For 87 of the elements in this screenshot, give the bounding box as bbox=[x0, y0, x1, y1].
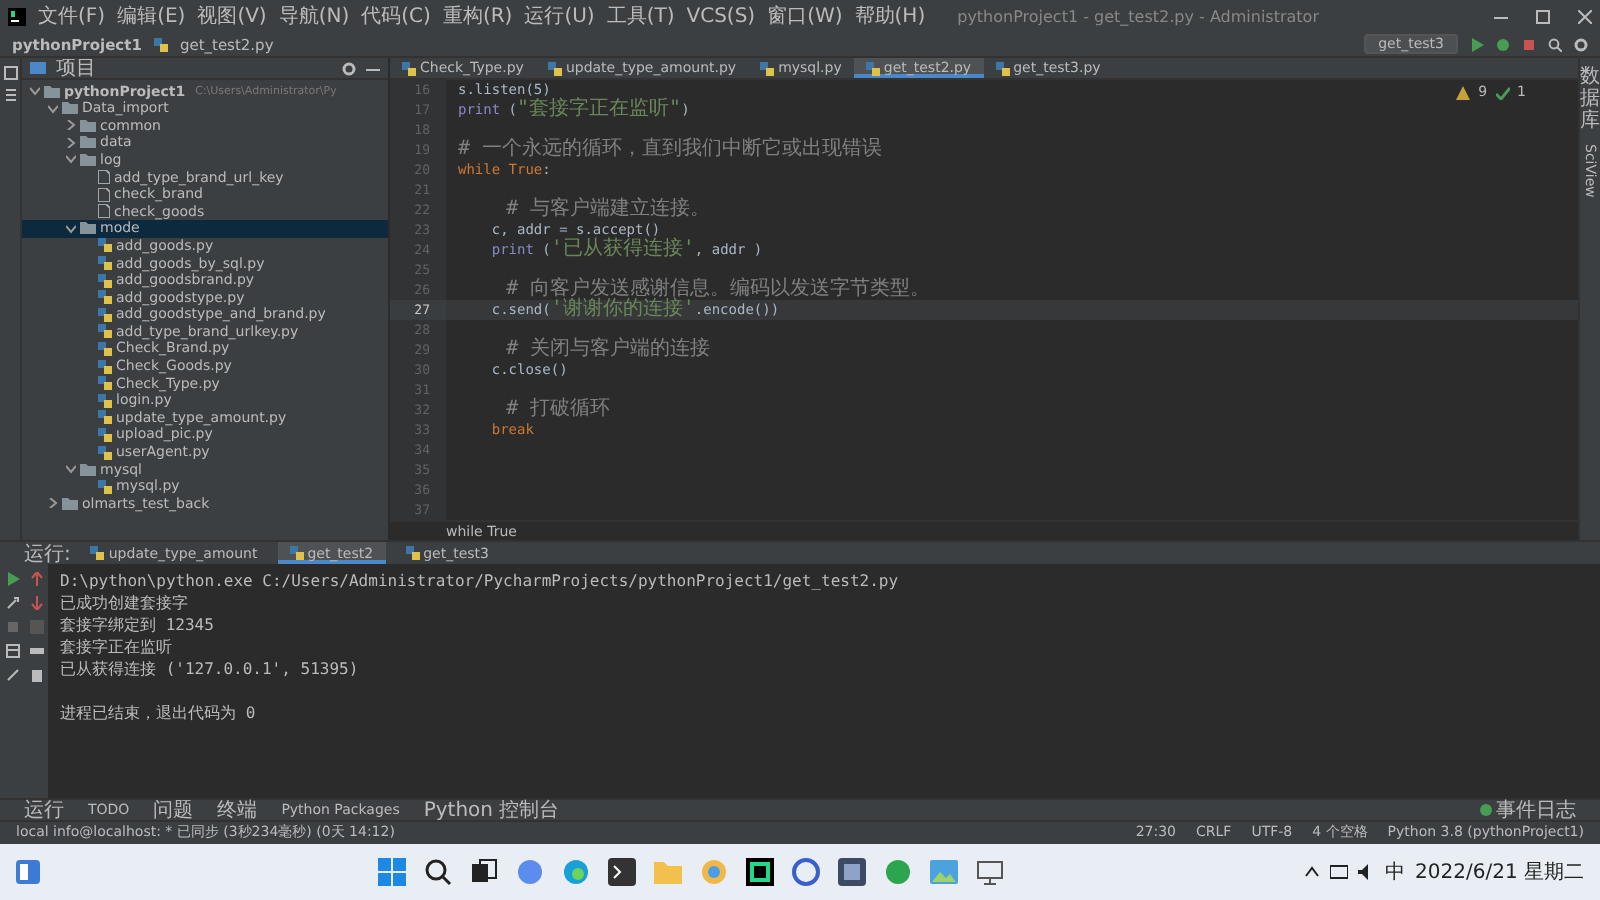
console-line: 进程已结束，退出代码为 0 bbox=[60, 702, 258, 725]
debug-icon[interactable] bbox=[1496, 37, 1510, 52]
run-icon[interactable] bbox=[5, 572, 19, 587]
menu-item[interactable]: 编辑(E) bbox=[117, 2, 186, 31]
menu-item[interactable]: VCS(S) bbox=[686, 5, 756, 28]
close-icon[interactable] bbox=[1578, 9, 1592, 24]
trash-icon[interactable] bbox=[29, 668, 43, 683]
run-label: 运行: bbox=[24, 541, 71, 568]
python-file-icon bbox=[289, 546, 304, 561]
check-icon bbox=[1495, 85, 1510, 100]
chevron-icon[interactable] bbox=[66, 464, 76, 475]
structure-icon[interactable] bbox=[3, 88, 17, 103]
code-line: # 关闭与客户端的连接 bbox=[504, 340, 711, 361]
code-line: # 一个永远的循环，直到我们中断它或出现错误 bbox=[456, 140, 883, 161]
window-title: pythonProject1 - get_test2.py - Administrator bbox=[957, 7, 1319, 26]
app-logo-icon bbox=[8, 7, 26, 26]
python-file-icon bbox=[760, 61, 775, 76]
monitor-icon[interactable] bbox=[976, 857, 1005, 886]
python-file-icon bbox=[547, 61, 562, 76]
settings-icon[interactable] bbox=[342, 61, 356, 76]
tool-window-tab[interactable]: 终端 bbox=[217, 796, 258, 824]
console-line: D:\python\python.exe C:/Users/Administrator/PycharmProjects/pythonProject1/get_test2.py bbox=[60, 570, 899, 593]
down-arrow-icon[interactable] bbox=[29, 596, 43, 611]
warning-icon bbox=[1456, 85, 1471, 100]
tool-window-tab[interactable]: 运行 bbox=[24, 796, 64, 824]
code-line: # 打破循环 bbox=[504, 400, 611, 421]
folder-icon bbox=[62, 497, 78, 510]
up-arrow-icon[interactable] bbox=[29, 572, 43, 587]
side-tab[interactable]: 数据库 bbox=[1580, 66, 1600, 133]
terminal-icon[interactable] bbox=[608, 857, 637, 886]
code-line: # 向客户发送感谢信息。编码以发送字节类型。 bbox=[504, 280, 931, 301]
menu-item[interactable]: 文件(F) bbox=[38, 2, 106, 31]
python-file-icon bbox=[995, 61, 1010, 76]
event-log-icon bbox=[1480, 804, 1492, 816]
settings-icon[interactable] bbox=[1574, 37, 1588, 52]
input-method-indicator[interactable]: 中 bbox=[1385, 857, 1406, 886]
folder-icon bbox=[80, 222, 96, 235]
chevron-icon[interactable] bbox=[66, 120, 76, 131]
widgets-icon[interactable] bbox=[16, 859, 40, 884]
menu-item[interactable]: 运行(U) bbox=[524, 2, 595, 31]
layout-icon[interactable] bbox=[5, 644, 19, 659]
console-line: 已从获得连接 ('127.0.0.1', 51395) bbox=[60, 658, 361, 681]
maximize-icon[interactable] bbox=[1536, 9, 1550, 24]
code-line: # 与客户端建立连接。 bbox=[504, 200, 711, 221]
task-view-icon[interactable] bbox=[470, 857, 499, 886]
chevron-icon[interactable] bbox=[66, 154, 76, 165]
console-line: 套接字正在监听 bbox=[60, 636, 174, 659]
chevron-icon[interactable] bbox=[48, 498, 58, 509]
browser-icon[interactable] bbox=[562, 857, 591, 886]
run-icon[interactable] bbox=[1470, 37, 1484, 52]
menu-item[interactable]: 视图(V) bbox=[197, 2, 267, 31]
event-log-button[interactable]: 事件日志 bbox=[1496, 796, 1576, 824]
chevron-up-icon[interactable] bbox=[1303, 865, 1320, 878]
console-line: 已成功创建套接字 bbox=[60, 592, 190, 615]
tool-window-tab[interactable]: Python 控制台 bbox=[423, 796, 560, 824]
python-file-icon bbox=[402, 61, 416, 76]
app-icon[interactable] bbox=[838, 857, 867, 886]
python-file-icon bbox=[98, 479, 112, 494]
folder-icon bbox=[80, 463, 96, 476]
menu-item[interactable]: 代码(C) bbox=[361, 2, 431, 31]
print-icon[interactable] bbox=[29, 644, 43, 659]
python-file-icon bbox=[90, 546, 105, 561]
menu-item[interactable]: 帮助(H) bbox=[854, 2, 926, 31]
project-icon[interactable] bbox=[3, 66, 17, 81]
console-line: 套接字绑定到 12345 bbox=[60, 614, 216, 637]
python-file-icon bbox=[153, 37, 168, 52]
app-icon[interactable] bbox=[792, 857, 821, 886]
start-icon[interactable] bbox=[378, 857, 407, 886]
menu-item[interactable]: 窗口(W) bbox=[767, 2, 843, 31]
tool-window-tab[interactable]: 问题 bbox=[153, 796, 194, 824]
ide-icon[interactable] bbox=[746, 857, 775, 886]
network-icon[interactable] bbox=[1329, 863, 1348, 880]
python-file-icon bbox=[405, 546, 420, 561]
stop-icon[interactable] bbox=[1522, 37, 1536, 52]
chevron-icon[interactable] bbox=[30, 86, 40, 97]
menu-item[interactable]: 导航(N) bbox=[278, 2, 350, 31]
menu-item[interactable]: 重构(R) bbox=[442, 2, 513, 31]
taskbar-date[interactable]: 2022/6/21 星期二 bbox=[1415, 857, 1584, 886]
chevron-icon[interactable] bbox=[66, 137, 76, 148]
python-file-icon bbox=[865, 61, 880, 76]
chevron-icon[interactable] bbox=[48, 103, 58, 114]
chevron-icon[interactable] bbox=[66, 223, 76, 234]
search-icon[interactable] bbox=[424, 857, 453, 886]
panel-title[interactable]: 项目 bbox=[56, 58, 96, 83]
folder-view-icon bbox=[30, 62, 46, 75]
menu-item[interactable]: 工具(T) bbox=[606, 2, 675, 31]
chat-icon[interactable] bbox=[516, 857, 545, 886]
